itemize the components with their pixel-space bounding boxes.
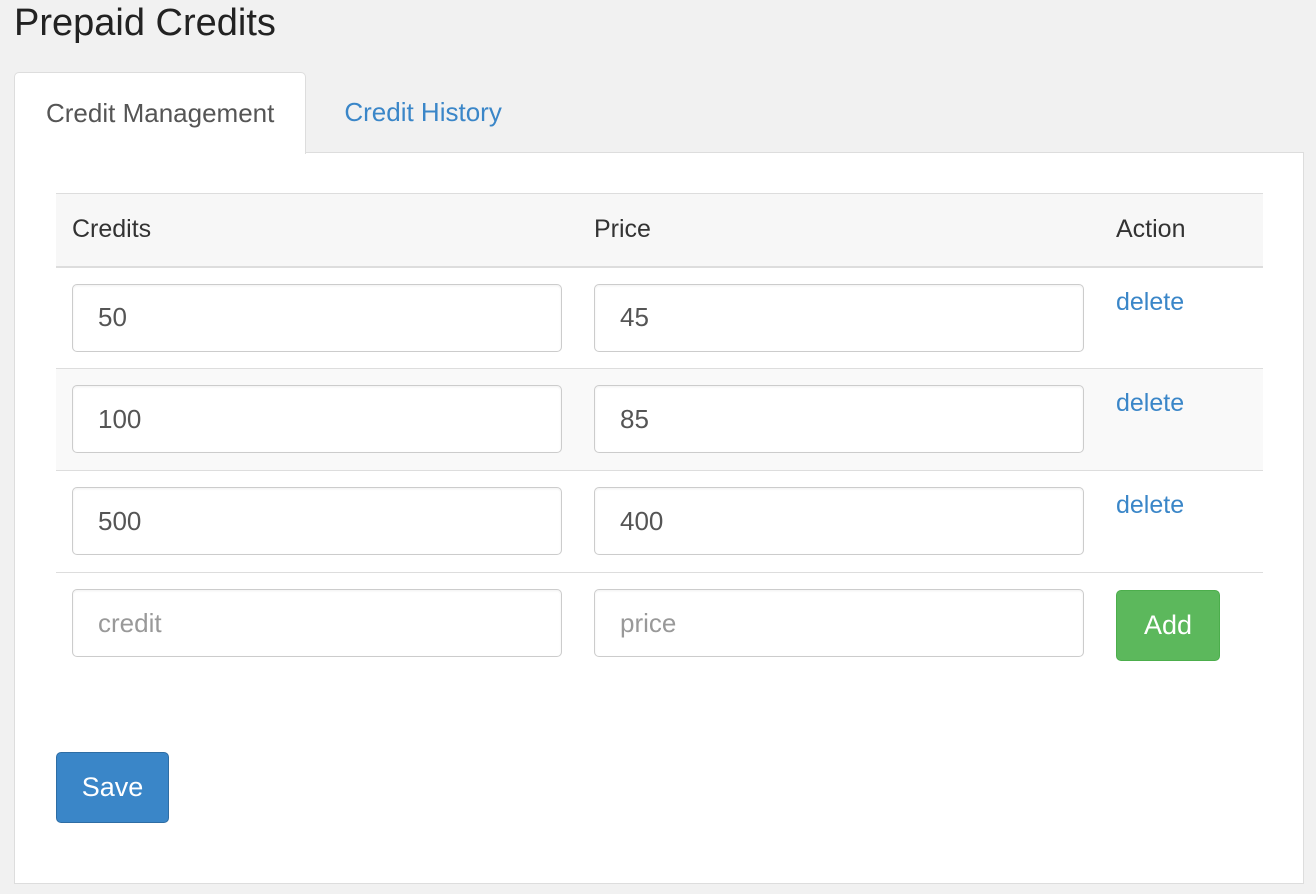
new-price-input[interactable] bbox=[594, 589, 1084, 657]
credits-cell bbox=[56, 266, 578, 369]
new-credit-row: Add bbox=[56, 573, 1263, 675]
tab-bar: Credit Management Credit History bbox=[14, 72, 540, 154]
delete-link[interactable]: delete bbox=[1116, 491, 1184, 520]
credits-cell bbox=[56, 470, 578, 573]
price-cell bbox=[578, 368, 1100, 471]
price-cell bbox=[578, 266, 1100, 369]
credits-input[interactable] bbox=[72, 283, 562, 352]
price-cell bbox=[578, 573, 1100, 675]
price-input[interactable] bbox=[594, 283, 1084, 352]
action-cell: delete bbox=[1100, 470, 1263, 573]
action-cell: delete bbox=[1100, 368, 1263, 471]
credits-input[interactable] bbox=[72, 487, 562, 555]
price-input[interactable] bbox=[594, 487, 1084, 555]
table-header-row: Credits Price Action bbox=[56, 193, 1263, 268]
table-row: delete bbox=[56, 470, 1263, 573]
page-title: Prepaid Credits bbox=[14, 2, 276, 44]
delete-link[interactable]: delete bbox=[1116, 288, 1184, 317]
credits-table: Credits Price Action delete bbox=[56, 193, 1263, 675]
price-cell bbox=[578, 470, 1100, 573]
tab-credit-history[interactable]: Credit History bbox=[306, 72, 539, 153]
credits-cell bbox=[56, 573, 578, 675]
tab-panel-credit-management: Credits Price Action delete bbox=[14, 152, 1304, 884]
save-button[interactable]: Save bbox=[56, 752, 169, 823]
price-input[interactable] bbox=[594, 385, 1084, 453]
add-button[interactable]: Add bbox=[1116, 590, 1220, 661]
column-header-action: Action bbox=[1100, 193, 1263, 268]
credits-cell bbox=[56, 368, 578, 471]
table-row: delete bbox=[56, 266, 1263, 369]
tab-credit-management[interactable]: Credit Management bbox=[14, 72, 307, 154]
table-row: delete bbox=[56, 368, 1263, 471]
credits-input[interactable] bbox=[72, 385, 562, 453]
new-credit-input[interactable] bbox=[72, 589, 562, 657]
action-cell: delete bbox=[1100, 266, 1263, 369]
action-cell: Add bbox=[1100, 573, 1263, 675]
delete-link[interactable]: delete bbox=[1116, 389, 1184, 418]
column-header-price: Price bbox=[578, 193, 1100, 268]
column-header-credits: Credits bbox=[56, 193, 578, 268]
